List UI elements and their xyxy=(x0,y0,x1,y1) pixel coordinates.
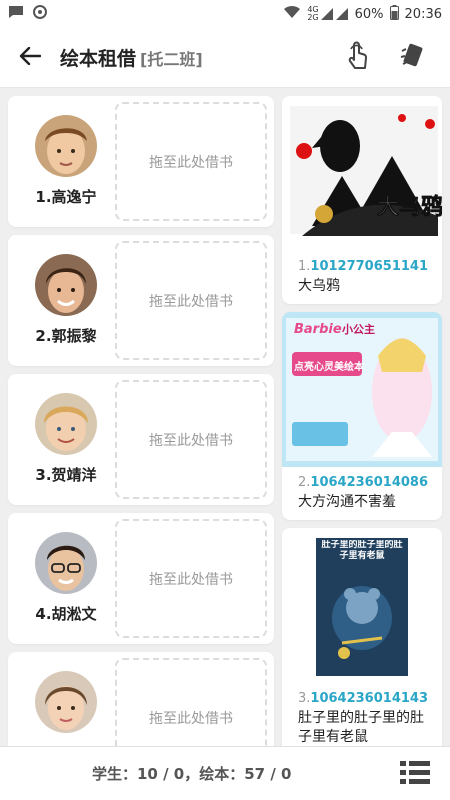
list-icon xyxy=(400,761,430,790)
book-cover: Barbie 小公主 点亮心灵美绘本 xyxy=(282,312,442,467)
sync-icon xyxy=(32,4,48,24)
book-card[interactable]: Barbie 小公主 点亮心灵美绘本 2.1064236014086 大方沟通不… xyxy=(282,312,442,520)
cover-title: 点亮心灵美绘本 xyxy=(294,360,365,373)
avatar xyxy=(35,254,97,316)
student-card[interactable]: 3.贺靖洋 拖至此处借书 xyxy=(8,374,274,505)
avatar xyxy=(35,671,97,733)
back-arrow-icon xyxy=(19,46,42,69)
book-isbn: 1064236014086 xyxy=(310,475,428,490)
book-card[interactable]: 大乌鸦 1.1012770651141 大乌鸦 xyxy=(282,96,442,304)
touch-icon xyxy=(345,40,371,76)
summary-stats: 学生：10 / 0，绘本：57 / 0 xyxy=(92,765,292,783)
borrow-dropzone[interactable]: 拖至此处借书 xyxy=(115,102,267,221)
student-name: 3.贺靖洋 xyxy=(35,466,97,484)
page-title: 绘本租借 xyxy=(60,48,137,70)
student-list[interactable]: 1.高逸宁 拖至此处借书 2.郭振黎 拖至此处借书 3.贺靖洋 拖至此处借书 4… xyxy=(8,96,274,746)
battery-icon xyxy=(389,4,399,24)
book-isbn: 1064236014143 xyxy=(310,691,428,706)
book-cover: 肚子里的肚子里的肚子里有老鼠 xyxy=(282,528,442,683)
list-view-button[interactable] xyxy=(400,760,430,788)
book-code: 3.1064236014143 xyxy=(282,683,442,707)
cover-title: 肚子里的肚子里的肚子里有老鼠 xyxy=(321,540,403,561)
borrow-dropzone[interactable]: 拖至此处借书 xyxy=(115,241,267,360)
app-header: 绘本租借 [托二班] xyxy=(0,28,450,88)
student-card[interactable]: 2.郭振黎 拖至此处借书 xyxy=(8,235,274,366)
book-code: 2.1064236014086 xyxy=(282,467,442,491)
book-title: 大方沟通不害羞 xyxy=(298,494,396,510)
class-subtitle: [托二班] xyxy=(140,49,203,69)
student-name: 1.高逸宁 xyxy=(35,188,97,206)
cards-button[interactable] xyxy=(394,40,430,76)
avatar xyxy=(35,115,97,177)
book-list[interactable]: 大乌鸦 1.1012770651141 大乌鸦 Barbie 小公主 点亮心灵美… xyxy=(282,96,442,746)
borrow-dropzone[interactable]: 拖至此处借书 xyxy=(115,658,267,746)
cards-icon xyxy=(397,41,427,75)
cover-title: 大乌鸦 xyxy=(377,194,442,220)
clock: 20:36 xyxy=(404,6,442,22)
student-card[interactable]: 1.高逸宁 拖至此处借书 xyxy=(8,96,274,227)
book-card[interactable]: 肚子里的肚子里的肚子里有老鼠 3.1064236014143 肚子里的肚子里的肚… xyxy=(282,528,442,746)
book-index: 2. xyxy=(298,475,311,490)
book-isbn: 1012770651141 xyxy=(310,259,428,274)
book-code: 1.1012770651141 xyxy=(282,251,442,275)
book-title: 大乌鸦 xyxy=(298,278,340,294)
touch-mode-button[interactable] xyxy=(340,40,376,76)
borrow-dropzone[interactable]: 拖至此处借书 xyxy=(115,519,267,638)
student-card[interactable]: 4.胡淞文 拖至此处借书 xyxy=(8,513,274,644)
avatar xyxy=(35,532,97,594)
message-icon xyxy=(8,5,24,23)
book-index: 3. xyxy=(298,691,311,706)
student-name: 4.胡淞文 xyxy=(35,605,97,623)
borrow-dropzone[interactable]: 拖至此处借书 xyxy=(115,380,267,499)
avatar xyxy=(35,393,97,455)
signal-icon: 4G 2G xyxy=(307,6,348,22)
student-name: 2.郭振黎 xyxy=(35,327,97,345)
status-bar: 4G 2G 60% 20:36 xyxy=(0,0,450,28)
book-title: 肚子里的肚子里的肚子里有老鼠 xyxy=(298,710,424,745)
student-card[interactable]: 拖至此处借书 xyxy=(8,652,274,746)
signal-label-2g: 2G xyxy=(307,13,319,22)
battery-percent: 60% xyxy=(354,6,384,22)
content-area[interactable]: 1.高逸宁 拖至此处借书 2.郭振黎 拖至此处借书 3.贺靖洋 拖至此处借书 4… xyxy=(0,88,450,746)
book-index: 1. xyxy=(298,259,311,274)
cover-brand: Barbie xyxy=(294,322,342,337)
bottom-bar: 学生：10 / 0，绘本：57 / 0 xyxy=(0,746,450,800)
back-button[interactable] xyxy=(0,28,60,88)
cover-series: 小公主 xyxy=(341,322,375,336)
wifi-icon xyxy=(283,5,301,23)
book-cover: 大乌鸦 xyxy=(282,96,442,251)
